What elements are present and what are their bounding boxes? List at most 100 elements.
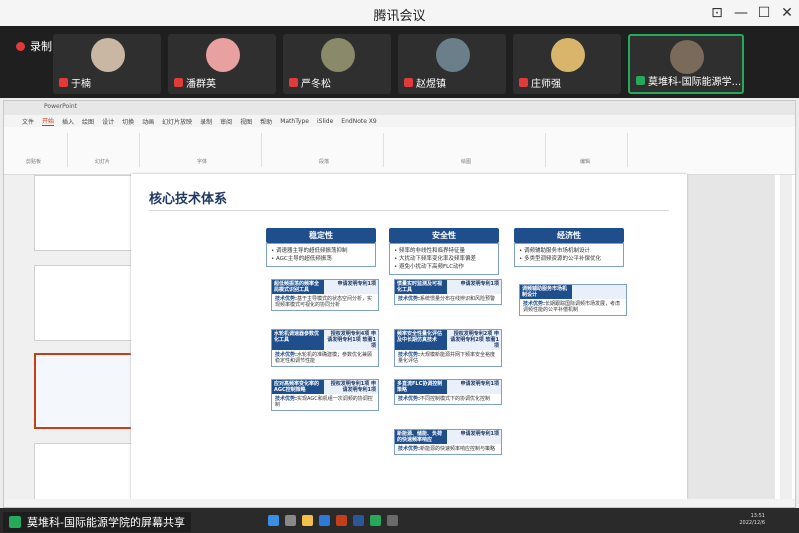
participant-tile[interactable]: 于楠	[53, 34, 161, 94]
ribbon-tab[interactable]: iSlide	[317, 118, 333, 125]
ribbon-tab[interactable]: 插入	[62, 117, 74, 126]
column-header: 安全性	[389, 228, 499, 243]
ribbon-tab[interactable]: 动画	[142, 117, 154, 126]
window-title: 腾讯会议	[373, 9, 426, 24]
avatar	[551, 38, 585, 72]
card-text: 系统惯量分布在线辨识和风险预警	[420, 296, 496, 302]
shared-screen: PowerPoint 文件 开始 插入 绘图 设计 切换 动画 幻灯片放映 录制…	[3, 100, 796, 508]
pin-icon[interactable]: ⊡	[706, 3, 728, 23]
tencent-meeting-window: 腾讯会议 ⊡ — ☐ ✕ 录制中 于楠 潘群英 严冬松 赵煜镇 庄师强 莫堆科-…	[0, 0, 799, 533]
participant-tile[interactable]: 庄师强	[513, 34, 621, 94]
mic-muted-icon	[404, 78, 413, 87]
screen-share-banner[interactable]: 莫堆科-国际能源学院的屏幕共享	[3, 512, 191, 532]
avatar	[321, 38, 355, 72]
word-icon[interactable]	[353, 515, 364, 526]
powerpoint-icon[interactable]	[336, 515, 347, 526]
card-text: 不同控制模式下的协调优化控制	[420, 396, 491, 402]
app-icon[interactable]	[387, 515, 398, 526]
mic-muted-icon	[59, 78, 68, 87]
participant-name: 于楠	[71, 79, 91, 90]
title-bar: 腾讯会议 ⊡ — ☐ ✕	[0, 0, 799, 26]
mic-muted-icon	[174, 78, 183, 87]
card-title: 多直流FLC协调控制策略	[395, 380, 447, 394]
column-header: 经济性	[514, 228, 624, 243]
slide-thumbnail[interactable]	[34, 265, 144, 341]
card-title: 应对高频率变化率的AGC控制策略	[272, 380, 324, 394]
ribbon: 剪贴板 幻灯片 字体 段落 绘图 编辑	[4, 127, 795, 175]
screen-share-label: 莫堆科-国际能源学院的屏幕共享	[27, 516, 185, 529]
ribbon-tab[interactable]: 录制	[200, 117, 212, 126]
maximize-button[interactable]: ☐	[753, 3, 775, 23]
clock-time: 13:51	[750, 513, 765, 519]
tech-card: 调频辅助服务市场机制设计 技术优势:长期跟踪国际调频市场发展，考虑调频性能的公平…	[519, 284, 627, 316]
ribbon-group[interactable]: 字体	[142, 133, 262, 167]
ribbon-tab[interactable]: 文件	[22, 117, 34, 126]
card-title: 调频辅助服务市场机制设计	[520, 285, 572, 299]
tech-card: 多直流FLC协调控制策略 申请发明专利1项 技术优势:不同控制模式下的协调优化控制	[394, 379, 502, 405]
ribbon-tab[interactable]: MathType	[280, 118, 309, 125]
close-button[interactable]: ✕	[776, 3, 798, 23]
ribbon-tab[interactable]: EndNote X9	[341, 118, 376, 125]
ribbon-tab[interactable]: 切换	[122, 117, 134, 126]
ribbon-tab[interactable]: 视图	[240, 117, 252, 126]
card-patent: 申请发明专利1项	[460, 431, 499, 437]
ribbon-group[interactable]: 编辑	[548, 133, 628, 167]
ribbon-group[interactable]: 段落	[264, 133, 384, 167]
mic-muted-icon	[519, 78, 528, 87]
card-patent: 授权发明专利1项 申请发明专利1项	[330, 381, 376, 393]
participant-tile[interactable]: 严冬松	[283, 34, 391, 94]
slide-thumbnail-selected[interactable]	[34, 353, 144, 429]
meeting-icon[interactable]	[370, 515, 381, 526]
mic-muted-icon	[289, 78, 298, 87]
card-patent: 授权发明专利4项 申请发明专利1项 软著1项	[327, 331, 376, 349]
card-title: 惯量实时监测及可视化工具	[395, 280, 447, 294]
column-bullet: • AGC主导的超低频振荡	[271, 256, 332, 262]
column-stability: 稳定性 • 调速器主导的超低频振荡抑制 • AGC主导的超低频振荡	[266, 228, 376, 267]
ribbon-tab-active[interactable]: 开始	[42, 116, 55, 126]
current-slide[interactable]: 核心技术体系 稳定性 • 调速器主导的超低频振荡抑制 • AGC主导的超低频振荡…	[131, 174, 687, 499]
column-bullet: • 调频辅助服务市场机制设计	[519, 248, 590, 254]
card-title: 新能源、储能、负荷的快速频率响应	[395, 430, 447, 444]
participant-name: 赵煜镇	[416, 79, 446, 90]
avatar	[206, 38, 240, 72]
start-icon[interactable]	[268, 515, 279, 526]
column-economy: 经济性 • 调频辅助服务市场机制设计 • 多类型调频资源的公平补偿优化	[514, 228, 624, 267]
tech-card: 超低频振荡的频率全局模式识别工具 申请发明专利1项 技术优势:基于主导模式的状态空…	[271, 279, 379, 311]
folder-icon[interactable]	[302, 515, 313, 526]
ribbon-group[interactable]: 剪贴板	[8, 133, 68, 167]
minimize-button[interactable]: —	[730, 3, 752, 23]
card-title: 频率安全性量化评估及中长期仿真技术	[395, 330, 447, 350]
ribbon-tab[interactable]: 审阅	[220, 117, 232, 126]
participant-tile[interactable]: 赵煜镇	[398, 34, 506, 94]
participant-tile[interactable]: 潘群英	[168, 34, 276, 94]
card-text: 新能源的快速频率响应控制与策略	[420, 446, 496, 452]
ribbon-tab[interactable]: 帮助	[260, 117, 272, 126]
slide-title: 核心技术体系	[149, 192, 228, 207]
participant-tile-speaking[interactable]: 莫堆科-国际能源学...	[628, 34, 744, 94]
ribbon-tab[interactable]: 幻灯片放映	[162, 117, 192, 126]
ribbon-tab[interactable]: 设计	[102, 117, 114, 126]
powerpoint-titlebar: PowerPoint	[4, 101, 795, 115]
ribbon-group[interactable]: 幻灯片	[70, 133, 140, 167]
slide-thumbnail[interactable]	[34, 175, 144, 251]
participant-name: 庄师强	[531, 79, 561, 90]
ribbon-tab[interactable]: 绘图	[82, 117, 94, 126]
mic-active-icon	[636, 76, 645, 85]
search-icon[interactable]	[285, 515, 296, 526]
column-header: 稳定性	[266, 228, 376, 243]
browser-icon[interactable]	[319, 515, 330, 526]
system-clock[interactable]: 13:51 2022/12/6	[739, 513, 765, 527]
card-patent: 授权发明专利2项 申请发明专利2项 软著1项	[450, 331, 499, 349]
avatar	[436, 38, 470, 72]
tech-card: 新能源、储能、负荷的快速频率响应 申请发明专利1项 技术优势:新能源的快速频率响应…	[394, 429, 502, 455]
card-patent	[572, 285, 626, 299]
clock-date: 2022/12/6	[739, 520, 765, 526]
ribbon-group[interactable]: 绘图	[386, 133, 546, 167]
tech-card: 惯量实时监测及可视化工具 申请发明专利1项 技术优势:系统惯量分布在线辨识和风险预…	[394, 279, 502, 305]
vertical-scrollbar[interactable]	[780, 175, 792, 507]
avatar	[91, 38, 125, 72]
card-patent: 申请发明专利1项	[460, 381, 499, 387]
column-bullet: • 大扰动下频率变化率及频率偏差	[394, 256, 476, 262]
tech-card: 应对高频率变化率的AGC控制策略 授权发明专利1项 申请发明专利1项 技术优势:实…	[271, 379, 379, 411]
participant-name: 潘群英	[186, 79, 216, 90]
